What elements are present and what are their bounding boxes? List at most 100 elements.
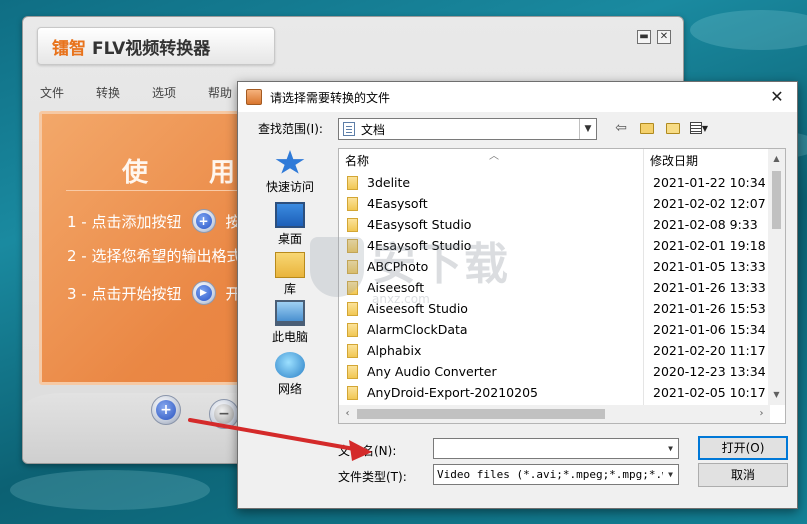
column-name-label: 名称 [345,153,370,168]
watermark-text: 安下载 [372,239,510,290]
place-label: 此电脑 [271,330,308,344]
file-name: AnyDroid-Export-20210205 [367,385,538,400]
desktop-icon [275,202,305,228]
add-icon: + [191,209,216,233]
file-row[interactable]: Any Audio Converter 2020-12-23 13:34 [339,361,771,382]
watermark-subtext: anxz.com [372,292,430,306]
place-label: 网络 [277,382,302,396]
app-close-button[interactable]: ✕ [657,30,671,44]
menu-options[interactable]: 选项 [152,84,176,101]
filetype-label: 文件类型(T): [338,470,407,484]
file-row[interactable]: Alphabix 2021-02-20 11:17 [339,340,771,361]
file-date: 2020-12-23 13:34 [653,364,766,379]
file-date: 2021-02-01 19:18 [653,238,766,253]
chevron-down-icon[interactable]: ▼ [663,465,678,484]
watermark-logo: 安下载 anxz.com [310,228,510,306]
filetype-select[interactable]: Video files (*.avi;*.mpeg;*.mpg;*.wmv ▼ [433,464,679,485]
add-file-icon: + [156,400,176,420]
place-label: 快速访问 [265,180,314,194]
folder-icon [347,196,358,211]
file-name: Alphabix [367,343,422,358]
file-date: 2021-01-06 15:34 [653,322,766,337]
folder-icon [347,364,358,379]
star-icon [275,150,305,174]
file-date: 2021-02-02 12:07 [653,196,766,211]
step-1: 1 - 点击添加按钮 + 按 [67,209,241,233]
chevron-down-icon[interactable]: ▼ [663,439,678,458]
folder-icon [347,175,358,190]
file-date: 2021-01-05 13:33 [653,259,766,274]
file-date: 2021-01-26 15:53 [653,301,766,316]
minimize-button[interactable]: ▬ [637,30,651,44]
filename-label: 文件名(N): [338,444,397,458]
place-quick-access[interactable]: 快速访问 [250,150,330,195]
horizontal-scrollbar[interactable]: ‹ › [339,405,770,423]
step-2-text: 2 - 选择您希望的输出格式 [67,247,242,265]
look-in-value: 文档 [361,122,386,137]
dialog-toolbar: ⇦ ▼ [612,119,708,137]
cancel-button[interactable]: 取消 [698,463,788,487]
file-name: Any Audio Converter [367,364,497,379]
horizontal-scroll-thumb[interactable] [357,409,605,419]
app-brand: 镭智 [52,38,86,59]
file-name: AlarmClockData [367,322,468,337]
menu-file[interactable]: 文件 [40,84,64,101]
view-menu-icon[interactable]: ▼ [690,119,708,137]
look-in-combo[interactable]: 文档 ▼ [338,118,597,140]
sort-ascending-icon: ︿ [489,151,499,162]
folder-icon [347,322,358,337]
column-name-header[interactable]: 名称 ︿ [339,149,643,171]
vertical-scrollbar[interactable]: ▲ ▼ [768,149,785,405]
add-file-button[interactable]: + [151,395,181,425]
filename-input[interactable]: ▼ [433,438,679,459]
place-this-pc[interactable]: 此电脑 [250,300,330,345]
shield-icon [310,237,364,297]
column-date-header[interactable]: 修改日期 [644,149,771,171]
documents-icon [343,122,355,136]
play-glyph: ▶ [195,285,212,301]
add-glyph: + [195,213,212,229]
remove-file-button[interactable]: − [209,399,239,429]
network-icon [275,352,305,378]
chevron-down-icon[interactable]: ▼ [579,119,596,139]
open-button[interactable]: 打开(O) [698,436,788,460]
file-row[interactable]: 4Easysoft 2021-02-02 12:07 [339,193,771,214]
filetype-value: Video files (*.avi;*.mpeg;*.mpg;*.wmv [437,468,679,481]
new-folder-icon[interactable] [664,119,682,137]
remove-file-icon: − [214,404,234,424]
step-3-text: 3 - 点击开始按钮 [67,284,182,303]
file-row[interactable]: AlarmClockData 2021-01-06 15:34 [339,319,771,340]
file-row[interactable]: AnyDroid-Export-20210205 2021-02-05 10:17 [339,382,771,403]
dialog-close-button[interactable]: ✕ [767,87,787,106]
file-name: 3delite [367,175,411,190]
background-wave [690,10,807,50]
column-date-label: 修改日期 [650,153,699,168]
back-arrow-icon[interactable]: ⇦ [612,119,630,137]
library-icon [275,252,305,278]
vertical-scroll-thumb[interactable] [772,171,781,229]
place-label: 桌面 [277,232,302,246]
dialog-app-icon [246,89,262,105]
file-date: 2021-01-22 10:34 [653,175,766,190]
menu-convert[interactable]: 转换 [96,84,120,101]
scroll-down-icon[interactable]: ▼ [768,387,785,403]
look-in-label: 查找范围(I): [258,122,323,136]
scroll-left-icon[interactable]: ‹ [339,405,356,423]
up-folder-icon[interactable] [638,119,656,137]
background-wave [10,470,210,510]
place-network[interactable]: 网络 [250,352,330,397]
folder-icon [347,385,358,400]
computer-icon [275,300,305,326]
step-2: 2 - 选择您希望的输出格式 [67,245,242,266]
file-date: 2021-02-05 10:17 [653,385,766,400]
menu-help[interactable]: 帮助 [208,84,232,101]
file-date: 2021-02-08 9:33 [653,217,758,232]
file-name: 4Easysoft [367,196,428,211]
play-icon: ▶ [191,281,216,305]
scroll-up-icon[interactable]: ▲ [768,151,785,167]
file-row[interactable]: 3delite 2021-01-22 10:34 [339,172,771,193]
dialog-title: 请选择需要转换的文件 [270,90,391,105]
scroll-right-icon[interactable]: › [753,405,770,423]
step-3: 3 - 点击开始按钮 ▶ 开 [67,281,241,305]
step-1-text: 1 - 点击添加按钮 [67,212,182,231]
